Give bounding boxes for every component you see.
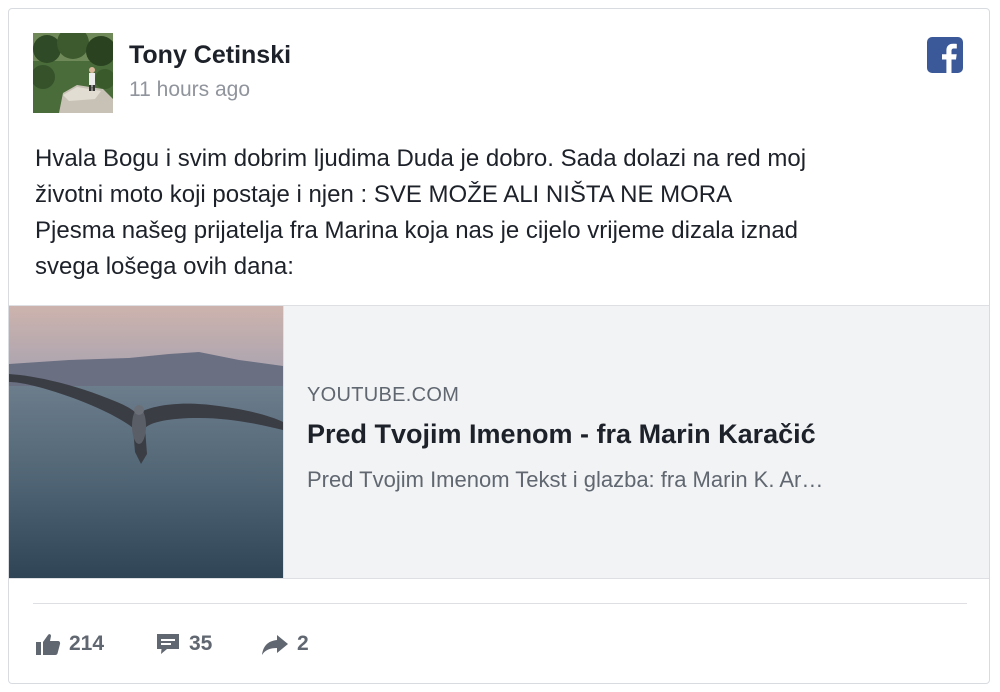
like-count: 214 [69, 632, 105, 655]
comment-count: 35 [189, 632, 213, 655]
avatar-image [33, 33, 113, 113]
share-count-button[interactable]: 2 [261, 629, 309, 659]
post-text-line: Hvala Bogu i svim dobrim ljudima Duda je… [35, 145, 807, 172]
divider [33, 603, 967, 604]
video-thumbnail[interactable] [9, 306, 284, 578]
share-arrow-icon [262, 635, 288, 655]
link-preview[interactable]: YOUTUBE.COM Pred Tvojim Imenom - fra Mar… [9, 305, 989, 579]
post-text: Hvala Bogu i svim dobrim ljudima Duda je… [35, 141, 965, 285]
link-description: Pred Tvojim Imenom Tekst i glazba: fra M… [307, 467, 824, 492]
embedded-post-card: Tony Cetinski 11 hours ago Hvala Bogu i … [8, 8, 990, 684]
post-text-line: svega lošega ovih dana: [35, 253, 294, 280]
post-text-line: životni moto koji postaje i njen : SVE M… [35, 181, 733, 208]
facebook-icon[interactable] [927, 37, 963, 73]
share-count: 2 [297, 632, 309, 655]
link-title[interactable]: Pred Tvojim Imenom - fra Marin Karačić [307, 419, 816, 450]
post-timestamp[interactable]: 11 hours ago [129, 78, 250, 102]
author-name[interactable]: Tony Cetinski [129, 41, 291, 70]
post-text-line: Pjesma našeg prijatelja fra Marina koja … [35, 217, 799, 244]
avatar[interactable] [33, 33, 113, 113]
comment-bubble-icon [157, 634, 179, 654]
like-count-button[interactable]: 214 [35, 629, 104, 659]
comment-count-button[interactable]: 35 [155, 629, 212, 659]
thumbs-up-icon [36, 634, 61, 655]
link-domain: YOUTUBE.COM [307, 384, 460, 406]
